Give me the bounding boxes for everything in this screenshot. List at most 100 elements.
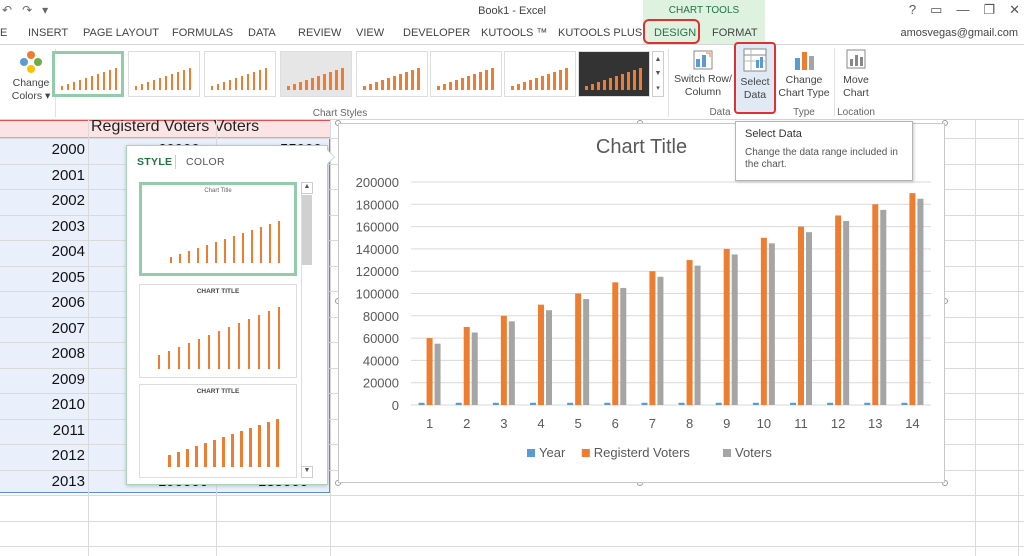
year-cell[interactable]: 2012 — [0, 447, 85, 464]
window-controls: ? ▭ — ❐ ✕ — [909, 2, 1020, 18]
year-cell[interactable]: 2004 — [0, 243, 85, 260]
x-tick-label: 10 — [757, 416, 771, 431]
legend-label: Voters — [735, 445, 772, 460]
design-tab-highlight — [643, 19, 700, 44]
year-cell[interactable]: 2008 — [0, 345, 85, 362]
chart-style-2[interactable] — [128, 51, 200, 97]
year-cell[interactable]: 2003 — [0, 218, 85, 235]
grid-row-line — [0, 495, 1024, 496]
tab-data[interactable]: DATA — [248, 27, 276, 39]
y-tick-label: 80000 — [363, 309, 399, 324]
bar-voters — [620, 287, 627, 405]
tab-kutools[interactable]: KUTOOLS ™ — [481, 27, 547, 39]
bar-registerd-voters — [798, 226, 804, 405]
tab-formulas[interactable]: FORMULAS — [172, 27, 233, 39]
header-cell[interactable]: Registerd Voters Voters — [91, 120, 259, 136]
bar-voters — [471, 332, 478, 405]
scroll-thumb[interactable] — [302, 195, 312, 265]
chart-style-7[interactable] — [504, 51, 576, 97]
grid-row-line — [0, 521, 1024, 522]
bar-registerd-voters — [649, 271, 656, 405]
bar-voters — [434, 343, 441, 405]
year-cell[interactable]: 2009 — [0, 371, 85, 388]
move-chart-button[interactable]: Move Chart — [838, 48, 874, 100]
chart-style-1[interactable] — [52, 51, 124, 97]
chart-style-5[interactable] — [356, 51, 428, 97]
bar-registerd-voters — [426, 338, 433, 405]
change-chart-type-icon — [795, 52, 814, 70]
year-cell[interactable]: 2011 — [0, 422, 85, 439]
year-cell[interactable]: 2010 — [0, 396, 85, 413]
x-tick-label: 8 — [686, 416, 693, 431]
gallery-down-icon[interactable]: ▼ — [655, 70, 662, 77]
help-icon[interactable]: ? — [909, 2, 916, 18]
bar-year — [752, 402, 759, 405]
year-cell[interactable]: 2013 — [0, 473, 85, 490]
gallery-scroll[interactable]: ▲ ▼ ▾ — [652, 51, 664, 97]
tab-kutools-plus[interactable]: KUTOOLS PLUS — [558, 27, 642, 39]
tab-review[interactable]: REVIEW — [298, 27, 341, 39]
change-colors-label-1: Change — [12, 77, 50, 89]
flyout-style-2[interactable]: CHART TITLE — [139, 284, 297, 378]
change-chart-type-button[interactable]: Change Chart Type — [778, 48, 830, 100]
flyout-style-1[interactable]: Chart Title — [139, 182, 297, 276]
type-group-label: Type — [793, 107, 815, 118]
tab-developer[interactable]: DEVELOPER — [403, 27, 470, 39]
bar-registerd-voters — [686, 260, 693, 405]
move-chart-label-1: Move — [843, 74, 869, 86]
chart-style-6[interactable] — [430, 51, 502, 97]
bar-year — [827, 402, 834, 405]
ribbon-display-icon[interactable]: ▭ — [930, 2, 942, 18]
legend-swatch — [723, 449, 731, 457]
bar-registerd-voters — [835, 215, 842, 405]
account-name[interactable]: amosvegas@gmail.com — [900, 27, 1018, 39]
change-colors-button[interactable]: Change Colors ▾ — [10, 49, 52, 103]
chart-style-4[interactable] — [280, 51, 352, 97]
group-separator — [834, 48, 835, 116]
bar-year — [790, 402, 796, 405]
scroll-up-icon[interactable]: ▲ — [301, 182, 313, 194]
bar-voters — [694, 265, 701, 405]
flyout-tab-color[interactable]: COLOR — [186, 156, 225, 168]
select-data-button[interactable]: Select Data — [734, 42, 776, 114]
select-data-label-1: Select — [740, 76, 770, 88]
chart-style-3[interactable] — [204, 51, 276, 97]
year-cell[interactable]: 2006 — [0, 294, 85, 311]
bar-year — [567, 402, 574, 405]
restore-icon[interactable]: ❐ — [983, 2, 995, 18]
tab-insert[interactable]: INSERT — [28, 27, 68, 39]
tab-page-layout[interactable]: PAGE LAYOUT — [83, 27, 159, 39]
year-cell[interactable]: 2002 — [0, 192, 85, 209]
flyout-style-3[interactable]: CHART TITLE — [139, 384, 297, 478]
tab-format[interactable]: FORMAT — [712, 27, 758, 39]
scroll-down-icon[interactable]: ▼ — [301, 466, 313, 478]
flyout-tab-separator — [175, 155, 176, 169]
tab-file[interactable]: E — [0, 27, 7, 39]
year-cell[interactable]: 2000 — [0, 141, 85, 158]
x-tick-label: 12 — [831, 416, 845, 431]
window-title: Book1 - Excel — [478, 5, 546, 17]
tab-view[interactable]: VIEW — [356, 27, 384, 39]
y-tick-label: 0 — [392, 398, 399, 413]
gallery-more-icon[interactable]: ▾ — [656, 84, 660, 92]
switch-row-column-button[interactable]: Switch Row/ Column — [674, 49, 732, 99]
legend-swatch — [527, 449, 535, 457]
year-cell[interactable]: 2001 — [0, 167, 85, 184]
y-tick-label: 140000 — [356, 242, 399, 257]
legend-swatch — [581, 449, 590, 457]
minimize-icon[interactable]: — — [956, 2, 969, 18]
select-data-label-2: Data — [743, 89, 767, 101]
bar-year — [418, 402, 425, 405]
year-cell[interactable]: 2007 — [0, 320, 85, 337]
chart-style-8[interactable] — [578, 51, 650, 97]
legend-label: Registerd Voters — [594, 445, 691, 460]
gallery-up-icon[interactable]: ▲ — [655, 56, 662, 63]
ribbon-tabs: E INSERT PAGE LAYOUT FORMULAS DATA REVIE… — [0, 22, 1024, 44]
flyout-tab-style[interactable]: STYLE — [137, 156, 172, 168]
bar-voters — [917, 198, 924, 405]
bar-year — [641, 402, 648, 405]
year-cell[interactable]: 2005 — [0, 269, 85, 286]
close-icon[interactable]: ✕ — [1009, 2, 1020, 18]
bar-year — [604, 402, 611, 405]
bar-voters — [546, 310, 552, 405]
